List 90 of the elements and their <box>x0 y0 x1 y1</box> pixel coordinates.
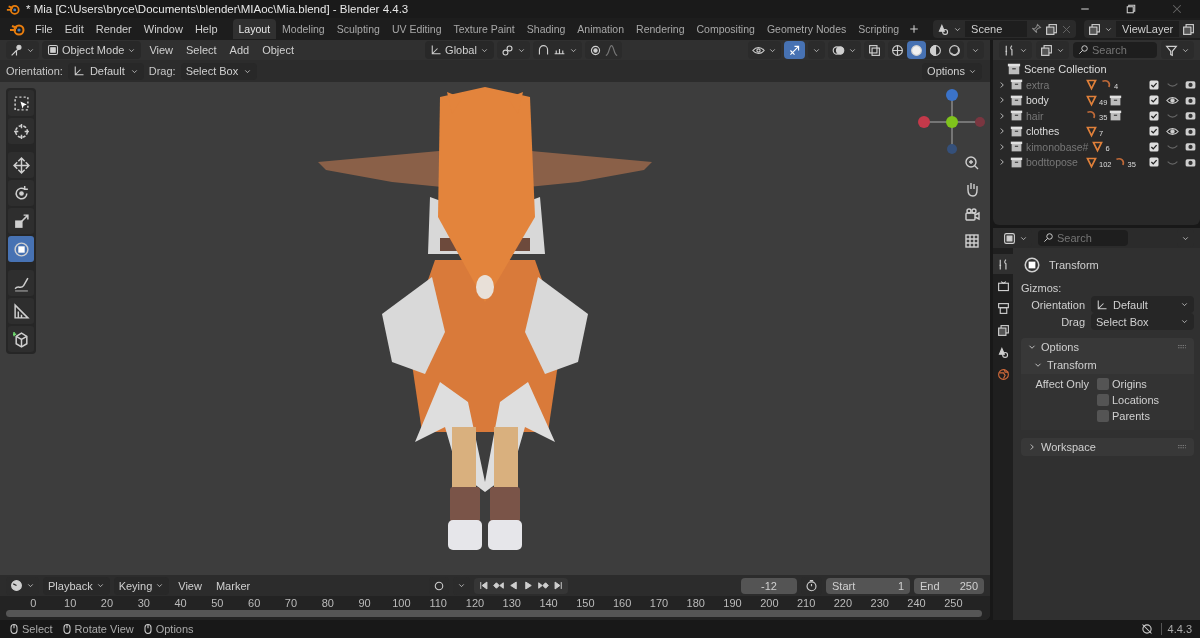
collection-name[interactable]: clothes <box>1026 125 1082 138</box>
frame-tick-label: 250 <box>943 597 964 609</box>
panel-title: Transform <box>1047 359 1097 371</box>
menu-item[interactable]: Select <box>181 41 222 59</box>
collection-name[interactable]: Scene Collection <box>1024 62 1107 75</box>
frame-tick-label: 210 <box>795 597 817 609</box>
frame-tick-label: 170 <box>648 597 670 609</box>
status-hint: Select <box>22 623 53 635</box>
tool-title: Transform <box>1049 259 1099 271</box>
frame-tick-label: 100 <box>391 597 412 609</box>
property-dropdown[interactable]: Select Box <box>1091 313 1194 330</box>
panel-title: Options <box>1041 341 1079 353</box>
frame-tick-label: 190 <box>722 597 743 609</box>
mode-dropdown[interactable]: Object Mode <box>42 41 142 59</box>
workspace-tab[interactable]: Compositing <box>690 19 761 39</box>
frame-tick-label: 180 <box>685 597 706 609</box>
frame-tick-label: 140 <box>538 597 559 609</box>
scene-selector[interactable]: Scene <box>933 20 1077 38</box>
field-label: Drag <box>1060 315 1085 328</box>
menu-item[interactable]: Window <box>138 20 188 38</box>
workspace-tab[interactable]: Animation <box>571 19 631 39</box>
menu-item[interactable]: View <box>144 41 179 59</box>
frame-tick-label: 160 <box>611 597 633 609</box>
workspace-tab[interactable]: Scripting <box>852 19 906 39</box>
drag-label: Drag: <box>148 65 176 77</box>
end-frame-field[interactable]: End 250 <box>914 577 984 594</box>
orientation-label: Orientation: <box>6 65 63 77</box>
drag-dropdown[interactable]: Select Box <box>180 62 258 80</box>
frame-tick-label: 30 <box>136 597 151 609</box>
view-layer-name: ViewLayer <box>1116 21 1180 37</box>
search-field[interactable]: Search <box>1073 42 1157 58</box>
frame-tick-label: 20 <box>99 597 115 609</box>
gizmos-label: Gizmos: <box>1021 281 1063 296</box>
workspace-tab[interactable]: Shading <box>520 19 572 39</box>
frame-tick-label: 80 <box>320 597 335 609</box>
checkbox-label: Parents <box>1112 410 1150 422</box>
timeline-dropdown[interactable]: Keying <box>113 576 170 595</box>
timeline-dropdown[interactable]: Playback <box>43 576 110 595</box>
menu-item[interactable]: Add <box>224 41 255 59</box>
frame-tick-label: 150 <box>575 597 596 609</box>
frame-tick-label: 40 <box>173 597 188 609</box>
checkbox-label: Locations <box>1112 394 1160 406</box>
status-hint: Rotate View <box>74 623 134 635</box>
view-layer-selector[interactable]: ViewLayer <box>1084 20 1200 38</box>
orientation-dropdown[interactable]: Global <box>425 41 494 59</box>
property-dropdown[interactable]: Default <box>1091 296 1194 313</box>
window-title: * Mia [C:\Users\bryce\Documents\blender\MIAoc\Mia.blend] - Blender 4.4.3 <box>26 3 409 15</box>
collection-name[interactable]: body <box>1026 94 1082 107</box>
frame-tick-label: 240 <box>906 597 927 609</box>
field-label: Orientation <box>1030 298 1085 311</box>
field-label: Affect Only <box>1034 378 1089 392</box>
frame-tick-label: 230 <box>869 597 890 609</box>
workspace-tab[interactable]: Modeling <box>276 19 331 39</box>
scene-name: Scene <box>965 21 1028 37</box>
frame-tick-label: 60 <box>247 597 262 609</box>
panel-header[interactable]: Workspace <box>1021 438 1194 456</box>
frame-tick-label: 110 <box>428 597 448 609</box>
panel-title: Workspace <box>1041 441 1096 453</box>
options-dropdown[interactable]: Options <box>922 62 982 80</box>
workspace-tab[interactable]: Sculpting <box>330 19 386 39</box>
workspace-tab[interactable]: Rendering <box>630 19 691 39</box>
menu-item[interactable]: Edit <box>59 20 89 38</box>
version-label: 4.4.3 <box>1160 623 1192 635</box>
workspace-tab[interactable]: Layout <box>232 19 277 39</box>
menu-item[interactable]: Object <box>257 41 299 59</box>
current-frame-field[interactable]: -12 <box>741 577 797 594</box>
menu-item[interactable]: Render <box>90 20 137 38</box>
search-field[interactable]: Search <box>1038 230 1128 246</box>
workspace-tab[interactable]: UV Editing <box>385 19 448 39</box>
frame-tick-label: 90 <box>357 597 372 609</box>
subpanel-header[interactable]: Transform <box>1021 356 1194 374</box>
menu-item[interactable]: View <box>173 576 207 595</box>
frame-tick-label: 200 <box>759 597 780 609</box>
panel-header[interactable]: Options <box>1021 338 1194 356</box>
menu-item[interactable]: Help <box>189 20 223 38</box>
start-frame-field[interactable]: Start 1 <box>826 577 910 594</box>
status-hint: Options <box>155 623 194 635</box>
menu-item[interactable]: File <box>30 20 58 38</box>
frame-tick-label: 0 <box>29 597 38 609</box>
menu-item[interactable]: Marker <box>210 576 256 595</box>
workspace-tab[interactable]: Texture Paint <box>447 19 521 39</box>
frame-tick-label: 50 <box>210 597 225 609</box>
workspace-tab[interactable]: Geometry Nodes <box>760 19 853 39</box>
frame-tick-label: 10 <box>63 597 78 609</box>
frame-tick-label: 70 <box>283 597 299 609</box>
checkbox-label: Origins <box>1112 378 1147 390</box>
orientation-dropdown[interactable]: Default <box>67 62 144 80</box>
frame-tick-label: 120 <box>464 597 486 609</box>
frame-tick-label: 130 <box>501 597 522 609</box>
frame-tick-label: 220 <box>832 597 854 609</box>
